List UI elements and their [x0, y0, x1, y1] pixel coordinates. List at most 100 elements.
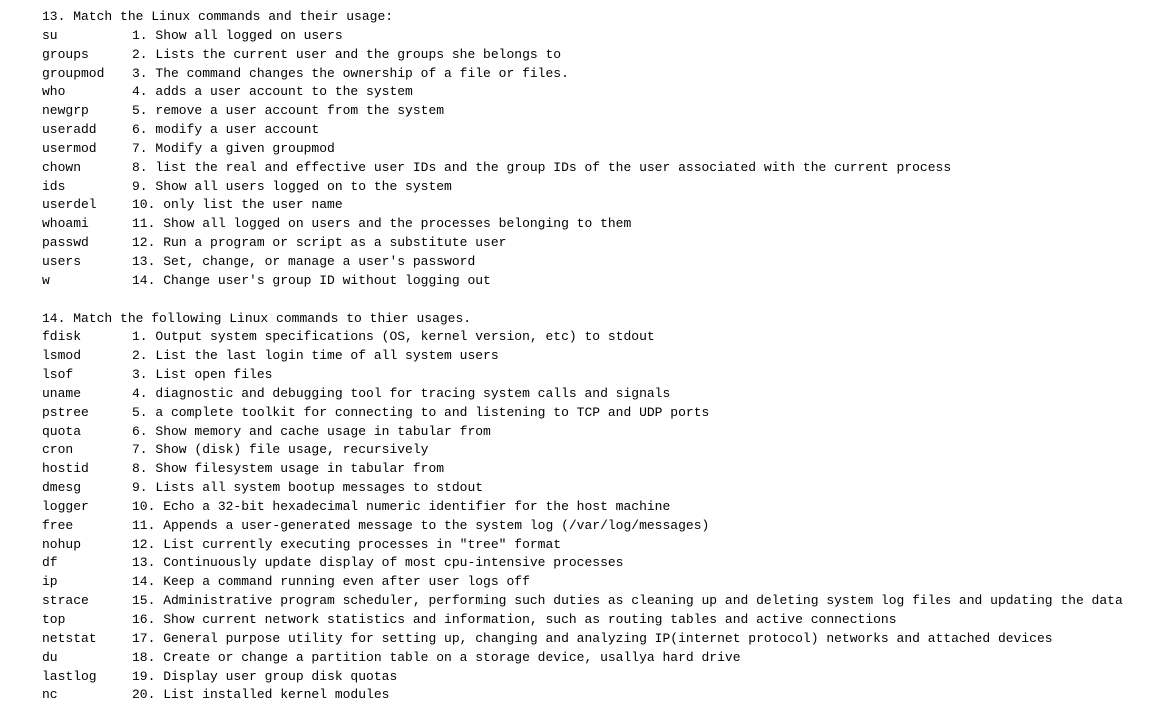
q13-row: who4. adds a user account to the system: [42, 83, 1157, 102]
q14-row: uname4. diagnostic and debugging tool fo…: [42, 385, 1157, 404]
command-description: 9. Lists all system bootup messages to s…: [132, 480, 483, 495]
q13-row: userdel10. only list the user name: [42, 196, 1157, 215]
command-name: su: [42, 27, 132, 46]
q14-row: quota6. Show memory and cache usage in t…: [42, 423, 1157, 442]
q13-row: chown8. list the real and effective user…: [42, 159, 1157, 178]
command-name: who: [42, 83, 132, 102]
command-description: 5. remove a user account from the system: [132, 103, 444, 118]
q13-row: users13. Set, change, or manage a user's…: [42, 253, 1157, 272]
command-name: fdisk: [42, 328, 132, 347]
q13-row: useradd6. modify a user account: [42, 121, 1157, 140]
q14-row: lsof3. List open files: [42, 366, 1157, 385]
question-13-rows: su1. Show all logged on usersgroups2. Li…: [42, 27, 1157, 291]
command-description: 1. Output system specifications (OS, ker…: [132, 329, 655, 344]
command-description: 8. list the real and effective user IDs …: [132, 160, 951, 175]
q13-row: groupmod3. The command changes the owner…: [42, 65, 1157, 84]
question-13-title: 13. Match the Linux commands and their u…: [42, 8, 1157, 27]
q14-row: fdisk1. Output system specifications (OS…: [42, 328, 1157, 347]
command-description: 9. Show all users logged on to the syste…: [132, 179, 452, 194]
command-description: 7. Modify a given groupmod: [132, 141, 335, 156]
command-name: passwd: [42, 234, 132, 253]
q14-row: netstat17. General purpose utility for s…: [42, 630, 1157, 649]
command-name: hostid: [42, 460, 132, 479]
q13-row: groups2. Lists the current user and the …: [42, 46, 1157, 65]
command-name: quota: [42, 423, 132, 442]
command-description: 16. Show current network statistics and …: [132, 612, 897, 627]
command-name: groupmod: [42, 65, 132, 84]
command-description: 2. Lists the current user and the groups…: [132, 47, 561, 62]
command-name: newgrp: [42, 102, 132, 121]
command-name: ids: [42, 178, 132, 197]
command-description: 13. Continuously update display of most …: [132, 555, 623, 570]
command-description: 12. List currently executing processes i…: [132, 537, 561, 552]
command-name: userdel: [42, 196, 132, 215]
command-name: df: [42, 554, 132, 573]
q14-row: hostid8. Show filesystem usage in tabula…: [42, 460, 1157, 479]
command-name: logger: [42, 498, 132, 517]
command-description: 6. modify a user account: [132, 122, 319, 137]
command-description: 10. Echo a 32-bit hexadecimal numeric id…: [132, 499, 670, 514]
command-description: 3. The command changes the ownership of …: [132, 66, 569, 81]
q14-row: nohup12. List currently executing proces…: [42, 536, 1157, 555]
command-name: free: [42, 517, 132, 536]
command-name: lsof: [42, 366, 132, 385]
q13-row: usermod7. Modify a given groupmod: [42, 140, 1157, 159]
command-description: 18. Create or change a partition table o…: [132, 650, 741, 665]
q13-row: su1. Show all logged on users: [42, 27, 1157, 46]
q14-row: free11. Appends a user-generated message…: [42, 517, 1157, 536]
q13-row: w14. Change user's group ID without logg…: [42, 272, 1157, 291]
command-description: 8. Show filesystem usage in tabular from: [132, 461, 444, 476]
command-description: 6. Show memory and cache usage in tabula…: [132, 424, 491, 439]
command-name: pstree: [42, 404, 132, 423]
section-gap: [42, 291, 1157, 310]
q14-row: dmesg9. Lists all system bootup messages…: [42, 479, 1157, 498]
q13-row: passwd12. Run a program or script as a s…: [42, 234, 1157, 253]
command-name: du: [42, 649, 132, 668]
command-name: nc: [42, 686, 132, 705]
command-description: 4. adds a user account to the system: [132, 84, 413, 99]
question-14-title: 14. Match the following Linux commands t…: [42, 310, 1157, 329]
q14-row: nc20. List installed kernel modules: [42, 686, 1157, 705]
command-name: ip: [42, 573, 132, 592]
q14-row: logger10. Echo a 32-bit hexadecimal nume…: [42, 498, 1157, 517]
command-description: 2. List the last login time of all syste…: [132, 348, 499, 363]
command-description: 4. diagnostic and debugging tool for tra…: [132, 386, 670, 401]
command-name: top: [42, 611, 132, 630]
q14-row: lastlog19. Display user group disk quota…: [42, 668, 1157, 687]
command-name: w: [42, 272, 132, 291]
command-description: 20. List installed kernel modules: [132, 687, 389, 702]
command-description: 14. Change user's group ID without loggi…: [132, 273, 491, 288]
command-description: 3. List open files: [132, 367, 272, 382]
command-description: 13. Set, change, or manage a user's pass…: [132, 254, 475, 269]
command-description: 14. Keep a command running even after us…: [132, 574, 530, 589]
command-description: 7. Show (disk) file usage, recursively: [132, 442, 428, 457]
command-name: whoami: [42, 215, 132, 234]
command-name: strace: [42, 592, 132, 611]
command-name: cron: [42, 441, 132, 460]
q14-row: strace15. Administrative program schedul…: [42, 592, 1157, 611]
q14-row: df13. Continuously update display of mos…: [42, 554, 1157, 573]
q14-row: pstree5. a complete toolkit for connecti…: [42, 404, 1157, 423]
command-description: 12. Run a program or script as a substit…: [132, 235, 506, 250]
command-description: 10. only list the user name: [132, 197, 343, 212]
q14-row: du18. Create or change a partition table…: [42, 649, 1157, 668]
command-name: nohup: [42, 536, 132, 555]
command-description: 19. Display user group disk quotas: [132, 669, 397, 684]
question-14: 14. Match the following Linux commands t…: [42, 310, 1157, 706]
command-name: netstat: [42, 630, 132, 649]
command-description: 17. General purpose utility for setting …: [132, 631, 1053, 646]
command-name: usermod: [42, 140, 132, 159]
command-description: 5. a complete toolkit for connecting to …: [132, 405, 709, 420]
command-name: lastlog: [42, 668, 132, 687]
command-name: users: [42, 253, 132, 272]
command-name: useradd: [42, 121, 132, 140]
command-name: chown: [42, 159, 132, 178]
q14-row: top16. Show current network statistics a…: [42, 611, 1157, 630]
q14-row: ip14. Keep a command running even after …: [42, 573, 1157, 592]
q14-row: lsmod2. List the last login time of all …: [42, 347, 1157, 366]
command-description: 11. Show all logged on users and the pro…: [132, 216, 631, 231]
command-name: groups: [42, 46, 132, 65]
command-description: 1. Show all logged on users: [132, 28, 343, 43]
question-14-rows: fdisk1. Output system specifications (OS…: [42, 328, 1157, 705]
q13-row: newgrp5. remove a user account from the …: [42, 102, 1157, 121]
